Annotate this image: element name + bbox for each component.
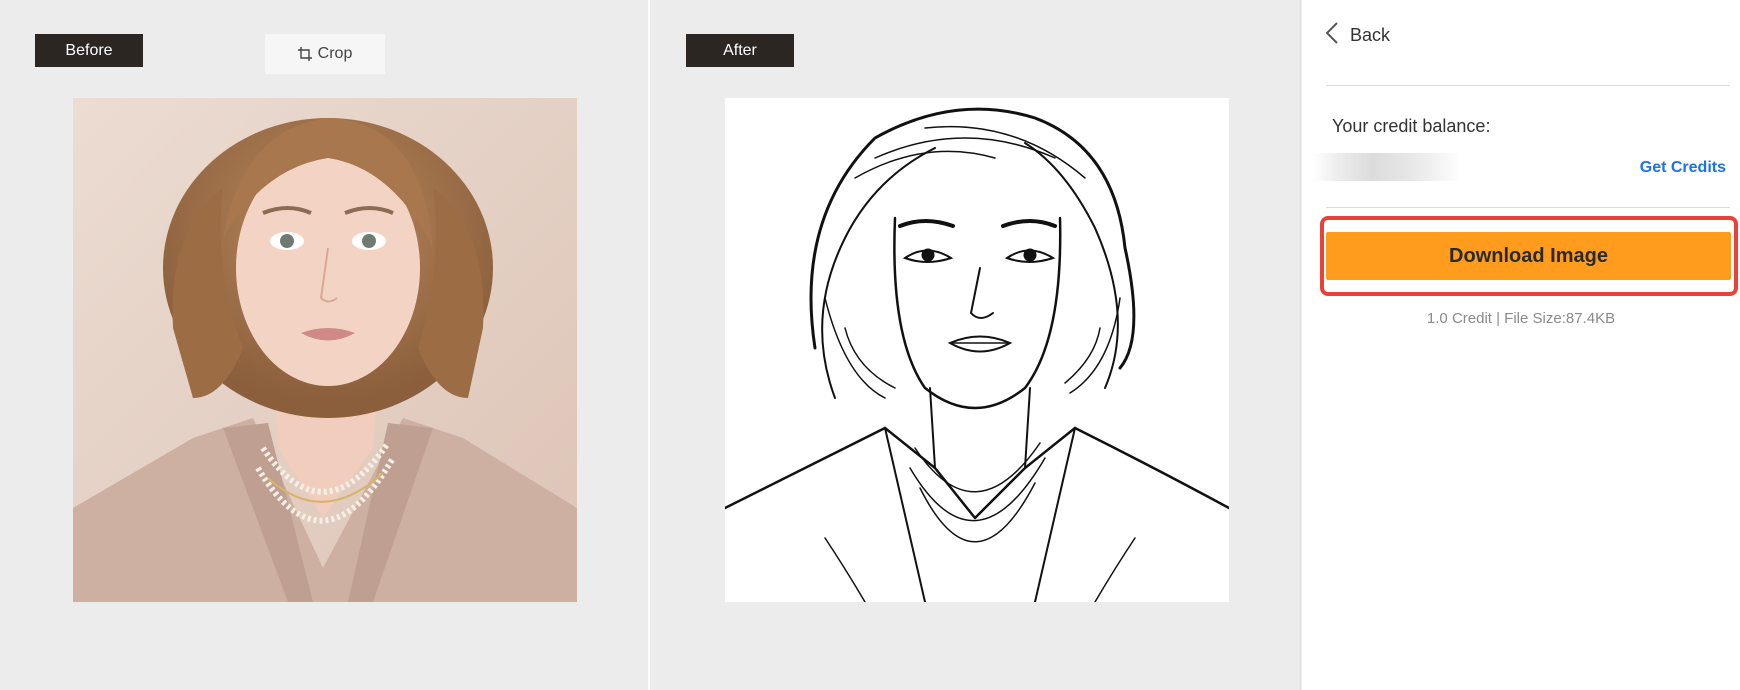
app-root: Before Crop After Back Your credit balan… — [0, 0, 1740, 690]
get-credits-link[interactable]: Get Credits — [1640, 159, 1726, 177]
original-image — [73, 98, 577, 602]
before-tag: Before — [35, 34, 143, 67]
before-panel: Before Crop — [0, 0, 650, 690]
crop-icon — [297, 47, 312, 61]
divider — [1326, 207, 1730, 208]
chevron-left-icon — [1325, 22, 1338, 49]
credit-balance-value-redacted — [1314, 153, 1460, 181]
divider — [1326, 85, 1730, 86]
download-image-button[interactable]: Download Image — [1326, 232, 1731, 280]
after-tag: After — [686, 34, 794, 67]
back-button[interactable]: Back — [1325, 22, 1391, 49]
crop-button[interactable]: Crop — [265, 34, 385, 74]
download-file-info: 1.0 Credit | File Size:87.4KB — [1426, 310, 1616, 327]
sketch-result-image — [725, 98, 1229, 602]
credit-balance-label: Your credit balance: — [1332, 116, 1491, 136]
crop-label: Crop — [317, 45, 353, 62]
download-sidebar: Back Your credit balance: Get Credits Do… — [1302, 0, 1740, 690]
back-label: Back — [1350, 25, 1391, 45]
after-panel: After — [652, 0, 1301, 690]
